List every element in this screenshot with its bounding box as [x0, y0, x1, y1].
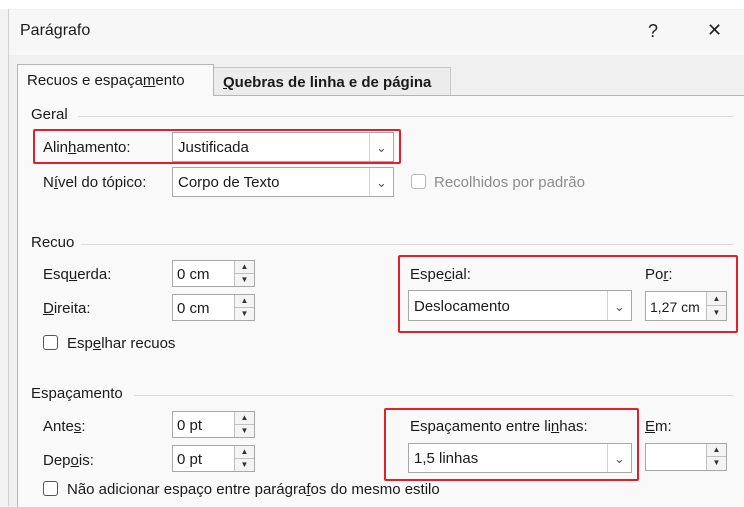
collapsed-default-label: Recolhidos por padrão — [434, 174, 585, 191]
left-indent-spinner[interactable]: 0 cm ▲ ▼ — [172, 260, 255, 287]
before-value: 0 pt — [177, 417, 203, 434]
mirror-indents-label: Espelhar recuos — [67, 335, 176, 352]
spin-down-icon[interactable]: ▼ — [235, 425, 254, 438]
group-indent-heading: Recuo — [31, 234, 75, 251]
at-label: Em: — [645, 418, 672, 435]
left-indent-label: Esquerda: — [43, 266, 112, 283]
close-button[interactable]: ✕ — [707, 20, 722, 41]
chevron-down-icon: ⌄ — [369, 168, 393, 196]
outline-level-value: Corpo de Texto — [178, 174, 280, 191]
before-label: Antes: — [43, 418, 86, 435]
at-spinner[interactable]: ▲ ▼ — [645, 443, 727, 471]
right-indent-value: 0 cm — [177, 300, 210, 317]
after-label: Depois: — [43, 452, 94, 469]
group-spacing-heading: Espaçamento — [31, 385, 123, 402]
help-button[interactable]: ? — [648, 21, 658, 42]
spin-up-icon[interactable]: ▲ — [235, 412, 254, 425]
spin-up-icon[interactable]: ▲ — [235, 261, 254, 274]
no-space-same-style-label: Não adicionar espaço entre parágrafos do… — [67, 481, 440, 498]
spin-up-icon[interactable]: ▲ — [707, 444, 726, 457]
group-divider — [78, 116, 733, 117]
highlight-box-special — [398, 255, 738, 333]
background-strip — [0, 0, 744, 9]
left-indent-value: 0 cm — [177, 266, 210, 283]
spin-down-icon[interactable]: ▼ — [235, 308, 254, 321]
after-value: 0 pt — [177, 451, 203, 468]
spin-up-icon[interactable]: ▲ — [235, 446, 254, 459]
right-indent-spinner[interactable]: 0 cm ▲ ▼ — [172, 294, 255, 321]
spin-up-icon[interactable]: ▲ — [235, 295, 254, 308]
spin-down-icon[interactable]: ▼ — [235, 274, 254, 287]
group-divider — [81, 244, 733, 245]
highlight-box-line-spacing — [384, 408, 639, 481]
highlight-box-alignment — [33, 129, 401, 164]
title-bar — [9, 10, 744, 55]
tab-indents-spacing-label: Recuos e espaçamento — [27, 72, 185, 89]
right-indent-label: Direita: — [43, 300, 91, 317]
group-divider — [134, 395, 733, 396]
before-spinner[interactable]: 0 pt ▲ ▼ — [172, 411, 255, 438]
collapsed-default-checkbox[interactable] — [411, 174, 426, 189]
tab-line-page-breaks-label: Quebras de linha e de página — [223, 74, 432, 91]
group-general-heading: Geral — [31, 106, 68, 123]
spin-down-icon[interactable]: ▼ — [235, 459, 254, 472]
spin-down-icon[interactable]: ▼ — [707, 457, 726, 470]
mirror-indents-checkbox[interactable] — [43, 335, 58, 350]
dialog-title: Parágrafo — [20, 22, 91, 39]
outline-level-select[interactable]: Corpo de Texto ⌄ — [172, 167, 394, 197]
outline-level-label: Nível do tópico: — [43, 174, 147, 191]
no-space-same-style-checkbox[interactable] — [43, 481, 58, 496]
after-spinner[interactable]: 0 pt ▲ ▼ — [172, 445, 255, 472]
